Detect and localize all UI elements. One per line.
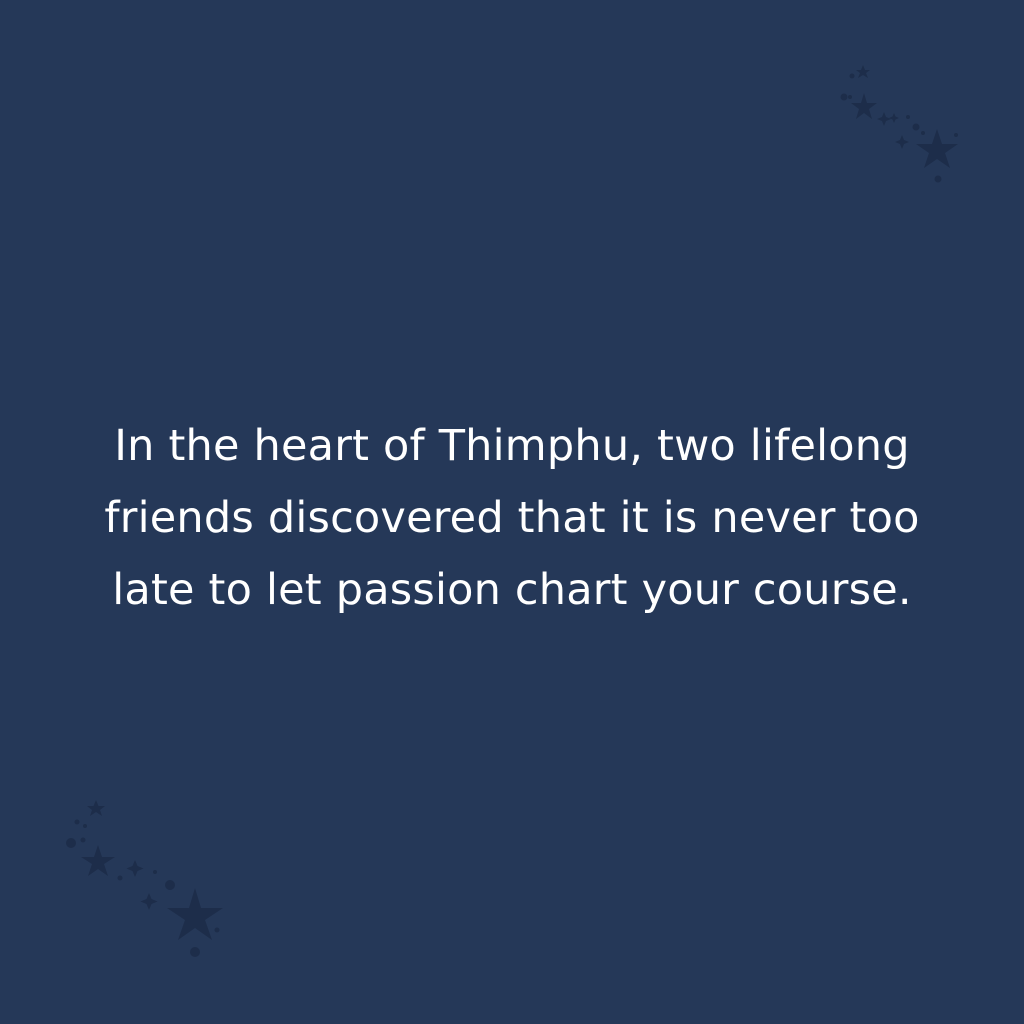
story-text: In the heart of Thimphu, two lifelong fr… [32, 410, 992, 626]
story-line-1: In the heart of Thimphu, two lifelong [114, 421, 910, 471]
story-line-3: late to let passion chart your course. [112, 565, 912, 615]
story-line-2: friends discovered that it is never too [104, 493, 920, 543]
stars-icon [66, 800, 223, 957]
stars-icon [840, 65, 958, 183]
slide: In the heart of Thimphu, two lifelong fr… [0, 0, 1024, 1024]
